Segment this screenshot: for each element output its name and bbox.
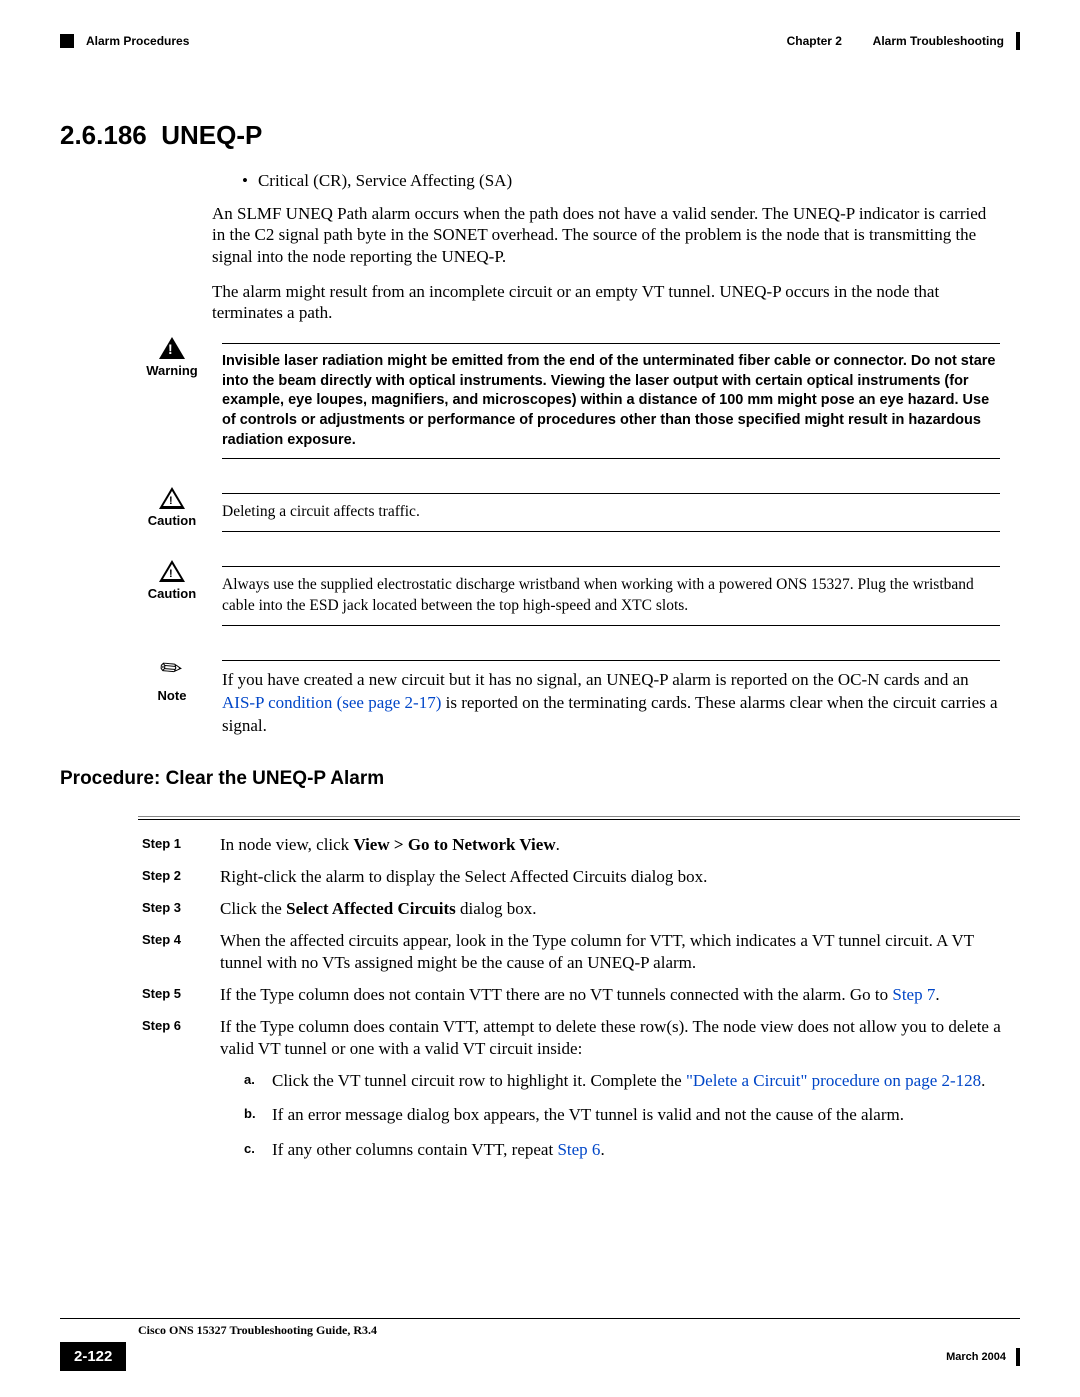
severity-text: Critical (CR), Service Affecting (SA) <box>258 171 512 191</box>
step-6: Step 6 If the Type column does contain V… <box>142 1016 1020 1172</box>
caution-label-2: Caution <box>142 586 202 601</box>
step-label: Step 6 <box>142 1016 198 1172</box>
step-6-body: If the Type column does contain VTT, att… <box>220 1016 1020 1060</box>
warning-label: Warning <box>142 363 202 378</box>
warning-icon <box>159 337 185 359</box>
sub-label: a. <box>244 1070 262 1092</box>
warning-text: Invisible laser radiation might be emitt… <box>222 352 1000 450</box>
note-icon: ✎ <box>154 650 190 687</box>
step-1-bold: View > Go to Network View <box>353 835 555 854</box>
sc-link[interactable]: Step 6 <box>557 1140 600 1159</box>
caution-block-1: Caution Deleting a circuit affects traff… <box>212 487 1000 546</box>
caution-text-1: Deleting a circuit affects traffic. <box>222 502 1000 523</box>
step-label: Step 2 <box>142 866 198 888</box>
caution-block-2: Caution Always use the supplied electros… <box>212 560 1000 640</box>
page-number-badge: 2-122 <box>60 1342 126 1371</box>
step-4-body: When the affected circuits appear, look … <box>220 930 1020 974</box>
header-left-text: Alarm Procedures <box>86 34 189 48</box>
sa-post: . <box>981 1071 985 1090</box>
note-label: Note <box>142 688 202 703</box>
page-footer: Cisco ONS 15327 Troubleshooting Guide, R… <box>60 1318 1020 1371</box>
steps-list: Step 1 In node view, click View > Go to … <box>142 834 1020 1173</box>
caution-text-2: Always use the supplied electrostatic di… <box>222 575 1000 617</box>
section-title: UNEQ-P <box>161 120 262 150</box>
step-1-post: . <box>556 835 560 854</box>
step-label: Step 1 <box>142 834 198 856</box>
step-1-pre: In node view, click <box>220 835 353 854</box>
content-column: • Critical (CR), Service Affecting (SA) … <box>212 171 1000 738</box>
step-3-bold: Select Affected Circuits <box>286 899 456 918</box>
note-pre: If you have created a new circuit but it… <box>222 670 969 689</box>
header-right-text: Alarm Troubleshooting <box>873 34 1004 48</box>
header-chapter: Chapter 2 <box>787 34 842 48</box>
section-number: 2.6.186 <box>60 120 147 150</box>
footer-rule-icon <box>1016 1348 1020 1366</box>
caution-icon <box>159 487 185 509</box>
step-1: Step 1 In node view, click View > Go to … <box>142 834 1020 856</box>
step-2-body: Right-click the alarm to display the Sel… <box>220 866 1020 888</box>
step-3-post: dialog box. <box>456 899 537 918</box>
step-3-pre: Click the <box>220 899 286 918</box>
section-heading: 2.6.186 UNEQ-P <box>60 120 1020 151</box>
procedure-title: Procedure: Clear the UNEQ-P Alarm <box>60 768 1020 790</box>
sc-pre: If any other columns contain VTT, repeat <box>272 1140 557 1159</box>
sa-link[interactable]: "Delete a Circuit" procedure on page 2-1… <box>686 1071 981 1090</box>
caution-label-1: Caution <box>142 513 202 528</box>
intro-para-1: An SLMF UNEQ Path alarm occurs when the … <box>212 203 1000 267</box>
substep-c: c. If any other columns contain VTT, rep… <box>244 1139 1020 1161</box>
substep-a: a. Click the VT tunnel circuit row to hi… <box>244 1070 1020 1092</box>
step-5-post: . <box>935 985 939 1004</box>
sa-pre: Click the VT tunnel circuit row to highl… <box>272 1071 686 1090</box>
bullet-dot-icon: • <box>242 171 248 191</box>
step-label: Step 3 <box>142 898 198 920</box>
severity-bullet: • Critical (CR), Service Affecting (SA) <box>242 171 1000 191</box>
step-5-link[interactable]: Step 7 <box>892 985 935 1004</box>
sb-body: If an error message dialog box appears, … <box>272 1104 904 1126</box>
footer-doc-title: Cisco ONS 15327 Troubleshooting Guide, R… <box>138 1323 1020 1338</box>
header-rule-icon <box>1016 32 1020 50</box>
step-2: Step 2 Right-click the alarm to display … <box>142 866 1020 888</box>
footer-date: March 2004 <box>946 1351 1006 1363</box>
step-6-sublist: a. Click the VT tunnel circuit row to hi… <box>244 1070 1020 1160</box>
header-square-icon <box>60 34 74 48</box>
page-header: Alarm Procedures Chapter 2 Alarm Trouble… <box>60 32 1020 50</box>
step-5: Step 5 If the Type column does not conta… <box>142 984 1020 1006</box>
substep-b: b. If an error message dialog box appear… <box>244 1104 1020 1126</box>
sub-label: c. <box>244 1139 262 1161</box>
step-label: Step 5 <box>142 984 198 1006</box>
step-3: Step 3 Click the Select Affected Circuit… <box>142 898 1020 920</box>
step-label: Step 4 <box>142 930 198 974</box>
step-5-pre: If the Type column does not contain VTT … <box>220 985 892 1004</box>
note-link[interactable]: AIS-P condition (see page 2-17) <box>222 693 441 712</box>
caution-icon <box>159 560 185 582</box>
sc-post: . <box>600 1140 604 1159</box>
intro-para-2: The alarm might result from an incomplet… <box>212 281 1000 324</box>
note-block: ✎ Note If you have created a new circuit… <box>212 654 1000 738</box>
step-4: Step 4 When the affected circuits appear… <box>142 930 1020 974</box>
sub-label: b. <box>244 1104 262 1126</box>
warning-block: Warning Invisible laser radiation might … <box>212 337 1000 473</box>
